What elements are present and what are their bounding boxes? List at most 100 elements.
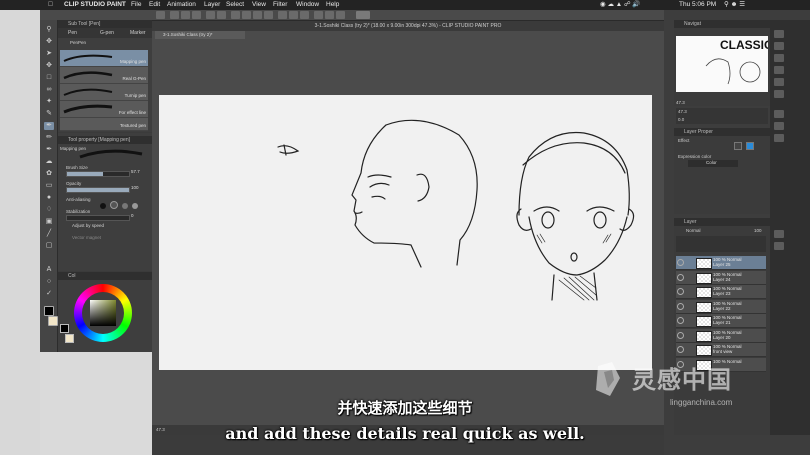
undo-icon[interactable]	[206, 11, 215, 19]
brush-tool-icon[interactable]: ✒	[44, 146, 54, 154]
snap-ruler-icon[interactable]	[325, 11, 334, 19]
navigator-controls[interactable]: 47.3 0.0	[676, 108, 768, 124]
paste-icon[interactable]	[264, 11, 273, 19]
vector-magnet[interactable]: Vector magnet	[72, 235, 101, 240]
move-tool-icon[interactable]: ✥	[44, 38, 54, 46]
brush-turnip-pen[interactable]: Turnip pen	[60, 84, 148, 101]
cloud-icon[interactable]	[356, 11, 370, 19]
open-icon[interactable]	[181, 11, 190, 19]
layer-row[interactable]: 100 % Normal Layer 20	[676, 328, 766, 343]
menu-view[interactable]: View	[252, 0, 266, 10]
operation-tool-icon[interactable]: ➤	[44, 50, 54, 58]
menu-help[interactable]: Help	[326, 0, 339, 10]
transform-icon[interactable]	[300, 11, 309, 19]
tab-pen[interactable]: Pen	[68, 29, 77, 37]
layer-row[interactable]: 100 % Normal Layer 22	[676, 299, 766, 314]
layer-row[interactable]: 100 % Normal Layer 23	[676, 285, 766, 299]
lasso-icon[interactable]: ∞	[44, 86, 54, 94]
redo-icon[interactable]	[217, 11, 226, 19]
tab-marker[interactable]: Marker	[130, 29, 146, 37]
visibility-eye-icon[interactable]	[677, 302, 684, 310]
dock-icon[interactable]	[774, 242, 784, 250]
clear-icon[interactable]	[231, 11, 240, 19]
dock-icon[interactable]	[774, 78, 784, 86]
correct-line-icon[interactable]: ✓	[44, 290, 54, 298]
dock-icon[interactable]	[774, 42, 784, 50]
balloon-icon[interactable]: ○	[44, 278, 54, 286]
auto-select-icon[interactable]: ✦	[44, 98, 54, 106]
app-name[interactable]: CLIP STUDIO PAINT	[64, 0, 126, 10]
decoration-icon[interactable]: ✿	[44, 170, 54, 178]
dock-icon[interactable]	[774, 134, 784, 142]
text-tool-icon[interactable]: A	[44, 266, 54, 274]
gradient-icon[interactable]: ▣	[44, 218, 54, 226]
stabilization-value[interactable]: 0	[131, 213, 134, 218]
drawing-canvas[interactable]	[159, 95, 652, 370]
move-layer-icon[interactable]: ✥	[44, 62, 54, 70]
document-tab[interactable]: 3-1.Soshiki Class (try 2)*	[155, 31, 245, 39]
effect-color-icon[interactable]	[746, 142, 754, 150]
dock-icon[interactable]	[774, 122, 784, 130]
copy-icon[interactable]	[253, 11, 262, 19]
adjust-by-speed[interactable]: Adjust by speed	[72, 223, 104, 228]
menu-edit[interactable]: Edit	[149, 0, 160, 10]
dock-icon[interactable]	[774, 54, 784, 62]
fill-tool-icon[interactable]: ♢	[44, 206, 54, 214]
stabilization-slider[interactable]	[66, 215, 130, 221]
clip-studio-icon[interactable]	[156, 11, 165, 19]
layer-toolbar[interactable]	[676, 236, 766, 252]
effect-border-icon[interactable]	[734, 142, 742, 150]
navigator-preview[interactable]: CLASSIO	[676, 36, 768, 92]
new-icon[interactable]	[170, 11, 179, 19]
dock-icon[interactable]	[774, 30, 784, 38]
apple-icon[interactable]: 	[48, 0, 53, 10]
cut-icon[interactable]	[242, 11, 251, 19]
visibility-eye-icon[interactable]	[677, 331, 684, 339]
menu-window[interactable]: Window	[296, 0, 319, 10]
brush-real-g-pen[interactable]: Real G-Pen	[60, 67, 148, 84]
eyedropper-icon[interactable]: ✎	[44, 110, 54, 118]
anti-aliasing-options[interactable]	[100, 196, 144, 209]
spotlight-icon[interactable]: ⚲ ☻ ☰	[724, 0, 745, 10]
dock-icon[interactable]	[774, 90, 784, 98]
zoom-tool-icon[interactable]: ⚲	[44, 26, 54, 34]
pen-tool-icon[interactable]: ✒	[44, 122, 54, 130]
menu-select[interactable]: Select	[226, 0, 244, 10]
airbrush-icon[interactable]: ☁	[44, 158, 54, 166]
brush-textured-pen[interactable]: Textured pen	[60, 118, 148, 131]
dock-icon[interactable]	[774, 230, 784, 238]
brush-effect-line[interactable]: For effect line	[60, 101, 148, 118]
expression-color-select[interactable]: Color	[688, 160, 738, 167]
selection-tool-icon[interactable]: □	[44, 74, 54, 82]
layer-row[interactable]: 100 % Normal Layer 24	[676, 270, 766, 285]
opacity-slider[interactable]	[66, 187, 130, 193]
brush-mapping-pen[interactable]: Mapping pen	[60, 50, 148, 67]
menu-layer[interactable]: Layer	[204, 0, 220, 10]
opacity-value[interactable]: 100	[131, 185, 139, 190]
layer-row[interactable]: 100 % Normal Layer 21	[676, 314, 766, 328]
brush-size-slider[interactable]	[66, 171, 130, 177]
sub-color[interactable]	[65, 334, 74, 343]
main-color[interactable]	[60, 324, 69, 333]
visibility-eye-icon[interactable]	[677, 259, 684, 266]
blend-mode[interactable]: Normal	[686, 228, 701, 233]
snap-icon[interactable]	[314, 11, 323, 19]
visibility-eye-icon[interactable]	[677, 288, 684, 295]
frame-icon[interactable]: ▢	[44, 242, 54, 250]
visibility-eye-icon[interactable]	[677, 346, 684, 353]
brush-size-value[interactable]: 57.7	[131, 169, 140, 174]
blend-tool-icon[interactable]: ●	[44, 194, 54, 202]
snap-grid-icon[interactable]	[336, 11, 345, 19]
figure-icon[interactable]: ╱	[44, 230, 54, 238]
invert-selection-icon[interactable]	[289, 11, 298, 19]
sub-color-swatch[interactable]	[48, 316, 58, 326]
saturation-square[interactable]	[90, 300, 116, 326]
eraser-icon[interactable]: ▭	[44, 182, 54, 190]
menu-filter[interactable]: Filter	[273, 0, 287, 10]
layer-row[interactable]: 100 % Normal front view	[676, 343, 766, 357]
menu-file[interactable]: File	[131, 0, 141, 10]
pencil-tool-icon[interactable]: ✏	[44, 134, 54, 142]
visibility-eye-icon[interactable]	[677, 273, 684, 281]
navigator-zoom[interactable]: 47.3	[676, 100, 685, 105]
layer-opacity[interactable]: 100	[754, 228, 762, 233]
